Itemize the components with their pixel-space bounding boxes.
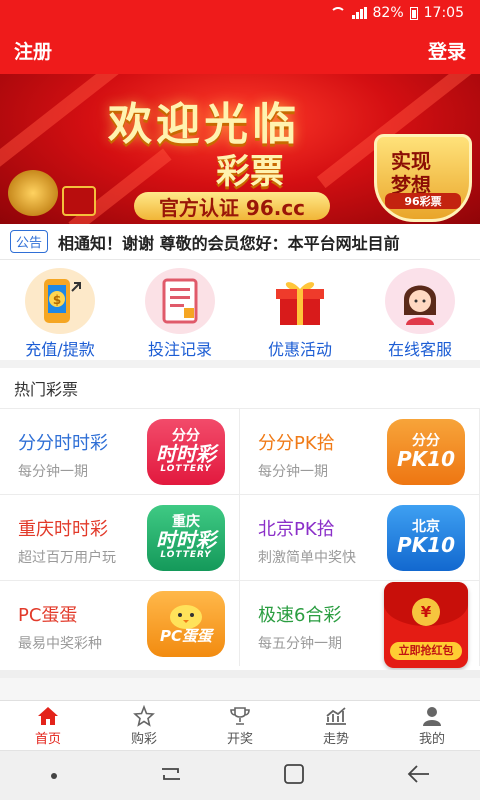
gift-box-icon <box>265 268 335 334</box>
lottery-name: 重庆时时彩 <box>18 519 108 540</box>
app-icon-line3: LOTTERY <box>160 550 212 561</box>
svg-text:$: $ <box>53 293 61 307</box>
fenfen-ssc-app-icon: 分分 时时彩 LOTTERY <box>147 419 225 485</box>
user-icon <box>421 704 443 728</box>
status-bar: 82% 17:05 <box>0 0 480 26</box>
tab-draw-results[interactable]: 开奖 <box>192 701 288 750</box>
quick-item-promotions[interactable]: 优惠活动 <box>240 260 360 360</box>
beijing-pk10-app-icon: 北京 PK10 <box>387 505 465 571</box>
lottery-desc: 每分钟一期 <box>18 464 88 480</box>
quick-item-label: 投注记录 <box>147 340 212 359</box>
quick-item-deposit-withdraw[interactable]: $ 充值/提款 <box>0 260 120 360</box>
lottery-card-fenfen-ssc[interactable]: 分分时时彩 每分钟一期 分分 时时彩 LOTTERY <box>0 408 240 494</box>
lottery-card-pc-egg[interactable]: PC蛋蛋 最易中奖彩种 PC蛋蛋 <box>0 580 240 666</box>
quick-item-label: 充值/提款 <box>25 340 95 359</box>
betting-record-icon <box>145 268 215 334</box>
back-icon[interactable] <box>405 763 431 789</box>
lottery-card-fenfen-pk10[interactable]: 分分PK拾 每分钟一期 分分 PK10 <box>240 408 480 494</box>
app-icon-line2: 时时彩 <box>156 528 216 553</box>
lottery-name: 极速6合彩 <box>258 605 342 626</box>
grab-red-packet-label: 立即抢红包 <box>390 642 462 660</box>
app-icon-line2: 时时彩 <box>156 442 216 467</box>
top-header: 注册 登录 <box>0 26 480 74</box>
trend-icon <box>324 704 348 728</box>
promo-banner[interactable]: 欢迎光临 彩票 官方认证 96.cc 实现 梦想 96彩票 <box>0 74 480 224</box>
app-icon-line2: PC蛋蛋 <box>159 627 212 646</box>
pc-egg-app-icon: PC蛋蛋 <box>147 591 225 657</box>
tab-label: 开奖 <box>226 732 253 747</box>
tab-label: 走势 <box>322 732 349 747</box>
lottery-desc: 每五分钟一期 <box>258 636 342 652</box>
quick-item-bet-records[interactable]: 投注记录 <box>120 260 240 360</box>
phone-money-icon: $ <box>25 268 95 334</box>
customer-service-icon <box>385 268 455 334</box>
lottery-name: 北京PK拾 <box>258 519 335 540</box>
lottery-desc: 每分钟一期 <box>258 464 328 480</box>
fenfen-pk10-app-icon: 分分 PK10 <box>387 419 465 485</box>
tab-label: 我的 <box>418 732 445 747</box>
notice-bar[interactable]: 公告 相通知！谢谢 尊敬的会员您好：本平台网址目前 <box>0 224 480 260</box>
clock: 17:05 <box>423 5 464 21</box>
gift-icon <box>62 186 96 216</box>
quick-menu: $ 充值/提款 投注记录 优惠活动 在线客服 <box>0 260 480 360</box>
lottery-desc: 超过百万用户玩 <box>18 550 116 566</box>
lottery-name: PC蛋蛋 <box>18 605 78 626</box>
tab-home[interactable]: 首页 <box>0 701 96 750</box>
app-icon-line2: PK10 <box>397 446 455 471</box>
wifi-icon <box>329 7 346 19</box>
battery-percent: 82% <box>372 5 404 21</box>
home-icon <box>37 704 59 728</box>
app-icon-line3: LOTTERY <box>160 464 212 475</box>
notice-tag: 公告 <box>10 230 49 253</box>
login-button[interactable]: 登录 <box>428 37 466 64</box>
signal-icon <box>351 7 367 19</box>
chick-icon <box>170 605 202 630</box>
red-packet-button[interactable]: ¥ 立即抢红包 <box>384 582 468 668</box>
tab-my-account[interactable]: 我的 <box>384 701 480 750</box>
notice-text: 相通知！谢谢 尊敬的会员您好：本平台网址目前 <box>58 233 400 253</box>
register-button[interactable]: 注册 <box>14 37 52 64</box>
nav-dot-icon[interactable] <box>49 766 59 785</box>
tab-buy-lottery[interactable]: 购彩 <box>96 701 192 750</box>
hot-lottery-title: 热门彩票 <box>0 368 480 408</box>
system-nav-bar <box>0 750 480 800</box>
home-nav-icon[interactable] <box>282 762 306 790</box>
lottery-desc: 最易中奖彩种 <box>18 636 102 652</box>
lottery-desc: 刺激简单中奖快 <box>258 550 356 566</box>
app-screen: 82% 17:05 注册 登录 欢迎光临 彩票 官方认证 96.cc 实现 梦想… <box>0 0 480 800</box>
tab-label: 首页 <box>34 732 61 747</box>
lottery-name: 分分PK拾 <box>258 433 335 454</box>
lottery-card-beijing-pk10[interactable]: 北京PK拾 刺激简单中奖快 北京 PK10 <box>240 494 480 580</box>
banner-subtitle: 彩票 <box>216 152 284 192</box>
recent-apps-icon[interactable] <box>158 763 184 789</box>
banner-title: 欢迎光临 <box>108 99 300 150</box>
tab-label: 购彩 <box>130 732 157 747</box>
certification-label: 官方认证 96.cc <box>134 192 330 220</box>
tab-trends[interactable]: 走势 <box>288 701 384 750</box>
lottery-card-chongqing-ssc[interactable]: 重庆时时彩 超过百万用户玩 重庆 时时彩 LOTTERY <box>0 494 240 580</box>
battery-icon <box>409 6 418 20</box>
coin-icon: ¥ <box>412 598 440 626</box>
quick-item-customer-service[interactable]: 在线客服 <box>360 260 480 360</box>
dream-badge: 实现 梦想 96彩票 <box>374 134 472 222</box>
trophy-icon <box>229 704 251 728</box>
bottom-tab-bar: 首页 购彩 开奖 走势 我的 <box>0 700 480 750</box>
lucky-bag-icon <box>8 170 58 216</box>
quick-item-label: 在线客服 <box>387 340 452 359</box>
chongqing-ssc-app-icon: 重庆 时时彩 LOTTERY <box>147 505 225 571</box>
star-icon <box>133 704 155 728</box>
quick-item-label: 优惠活动 <box>267 340 332 359</box>
lottery-name: 分分时时彩 <box>18 433 108 454</box>
app-icon-line2: PK10 <box>397 532 455 557</box>
next-section-peek <box>0 670 480 700</box>
badge-brand: 96彩票 <box>385 193 461 209</box>
